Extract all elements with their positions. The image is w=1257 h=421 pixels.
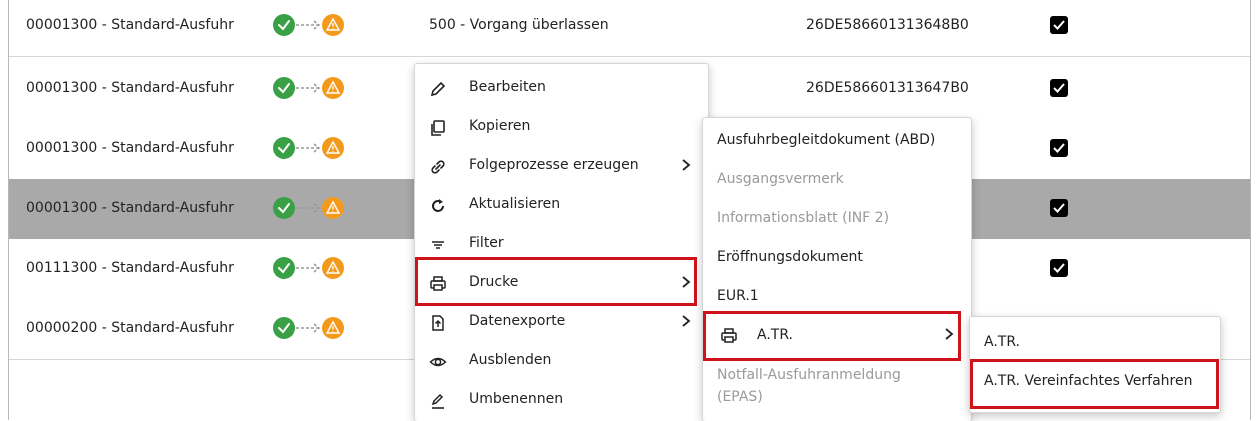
checkbox-checked[interactable] xyxy=(1050,199,1068,217)
menu-item-label: Folgeprozesse erzeugen xyxy=(469,157,639,173)
filter-icon xyxy=(432,241,444,249)
arrow-right-icon xyxy=(296,83,321,93)
print-item-label: Ausfuhrbegleitdokument (ABD) xyxy=(717,132,936,148)
menu-item-filter[interactable]: Filter xyxy=(415,226,708,262)
menu-item-label: Ausblenden xyxy=(469,352,552,368)
menu-item-drucke[interactable]: Drucke xyxy=(415,265,708,301)
success-status-icon xyxy=(273,317,295,339)
status-flow xyxy=(271,136,351,164)
print-item-label: EUR.1 xyxy=(717,288,759,304)
menu-item-bearbeiten[interactable]: Bearbeiten xyxy=(415,70,708,106)
arrow-right-icon xyxy=(296,20,321,30)
print-item-label: A.TR. xyxy=(757,327,794,343)
table-row[interactable]: 00001300 - Standard-Ausfuhr 500 - Vorgang… xyxy=(9,0,1250,57)
arrow-right-icon xyxy=(296,323,321,333)
atr-item-label: A.TR. Vereinfachtes Verfahren xyxy=(984,373,1193,389)
checkbox-checked[interactable] xyxy=(1050,139,1068,157)
link-icon xyxy=(431,160,445,174)
menu-item-label: Aktualisieren xyxy=(469,196,561,212)
status-flow xyxy=(271,316,351,344)
success-status-icon xyxy=(273,14,295,36)
menu-item-label: Kopieren xyxy=(469,118,531,134)
export-icon xyxy=(432,315,444,331)
print-item-eur1[interactable]: EUR.1 xyxy=(703,278,971,314)
success-status-icon xyxy=(273,77,295,99)
row-id: 26DE586601313648B0 xyxy=(806,17,969,33)
atr-submenu: A.TR. A.TR. Vereinfachtes Verfahren xyxy=(969,316,1221,413)
menu-item-folgeprozesse[interactable]: Folgeprozesse erzeugen xyxy=(415,148,708,184)
print-item-notfall: Notfall-Ausfuhranmeldung (EPAS) xyxy=(703,363,971,419)
copy-icon xyxy=(431,120,445,136)
menu-item-label: Bearbeiten xyxy=(469,79,546,95)
print-item-label: Notfall-Ausfuhranmeldung xyxy=(717,367,901,383)
menu-item-kopieren[interactable]: Kopieren xyxy=(415,109,708,145)
checkbox-checked[interactable] xyxy=(1050,259,1068,277)
atr-item-vereinfacht[interactable]: A.TR. Vereinfachtes Verfahren xyxy=(970,363,1220,399)
row-name: 00001300 - Standard-Ausfuhr xyxy=(26,17,234,33)
row-name: 00001300 - Standard-Ausfuhr xyxy=(26,80,234,96)
status-flow xyxy=(271,76,351,104)
success-status-icon xyxy=(273,197,295,219)
menu-item-umbenennen[interactable]: Umbenennen xyxy=(415,382,708,418)
context-menu: Bearbeiten Kopieren Folgeprozesse erzeug… xyxy=(414,63,709,421)
status-flow xyxy=(271,13,351,41)
print-submenu: Ausfuhrbegleitdokument (ABD) Ausgangsver… xyxy=(702,117,972,421)
menu-item-label: Filter xyxy=(469,235,504,251)
checkbox-checked[interactable] xyxy=(1050,16,1068,34)
atr-item-atr[interactable]: A.TR. xyxy=(970,321,1220,357)
pencil-icon xyxy=(430,81,446,97)
rename-icon xyxy=(431,393,444,409)
row-name: 00001300 - Standard-Ausfuhr xyxy=(26,140,234,156)
row-name: 00001300 - Standard-Ausfuhr xyxy=(26,200,234,216)
print-item-label: Informationsblatt (INF 2) xyxy=(717,210,890,226)
menu-item-aktualisieren[interactable]: Aktualisieren xyxy=(415,187,708,223)
print-item-abd[interactable]: Ausfuhrbegleitdokument (ABD) xyxy=(703,122,971,158)
print-item-atr[interactable]: A.TR. xyxy=(703,317,971,353)
row-name: 00111300 - Standard-Ausfuhr xyxy=(26,260,234,276)
success-status-icon xyxy=(273,137,295,159)
chevron-right-icon xyxy=(682,315,691,327)
eye-icon xyxy=(429,357,447,367)
row-description: 500 - Vorgang überlassen xyxy=(429,17,609,33)
status-flow xyxy=(271,256,351,284)
menu-item-ausblenden[interactable]: Ausblenden xyxy=(415,343,708,379)
chevron-right-icon xyxy=(682,276,691,288)
menu-item-datenexporte[interactable]: Datenexporte xyxy=(415,304,708,340)
chevron-right-icon xyxy=(682,159,691,171)
print-item-label: Ausgangsvermerk xyxy=(717,171,844,187)
chevron-right-icon xyxy=(945,328,954,340)
status-flow xyxy=(271,196,351,224)
print-item-eroeffnungsdokument[interactable]: Eröffnungsdokument xyxy=(703,239,971,275)
atr-item-label: A.TR. xyxy=(984,334,1021,350)
print-item-ausgangsvermerk: Ausgangsvermerk xyxy=(703,161,971,197)
arrow-right-icon xyxy=(296,263,321,273)
menu-item-label: Drucke xyxy=(469,274,519,290)
success-status-icon xyxy=(273,257,295,279)
row-id: 26DE586601313647B0 xyxy=(806,80,969,96)
arrow-right-icon xyxy=(296,143,321,153)
print-item-label-2: (EPAS) xyxy=(717,389,763,405)
menu-item-label: Datenexporte xyxy=(469,313,566,329)
checkbox-checked[interactable] xyxy=(1050,79,1068,97)
printer-icon xyxy=(721,328,737,343)
print-item-inf2: Informationsblatt (INF 2) xyxy=(703,200,971,236)
arrow-right-icon xyxy=(296,203,321,213)
printer-icon xyxy=(430,276,446,291)
menu-item-label: Umbenennen xyxy=(469,391,564,407)
row-name: 00000200 - Standard-Ausfuhr xyxy=(26,320,234,336)
refresh-icon xyxy=(432,199,444,212)
print-item-label: Eröffnungsdokument xyxy=(717,249,863,265)
